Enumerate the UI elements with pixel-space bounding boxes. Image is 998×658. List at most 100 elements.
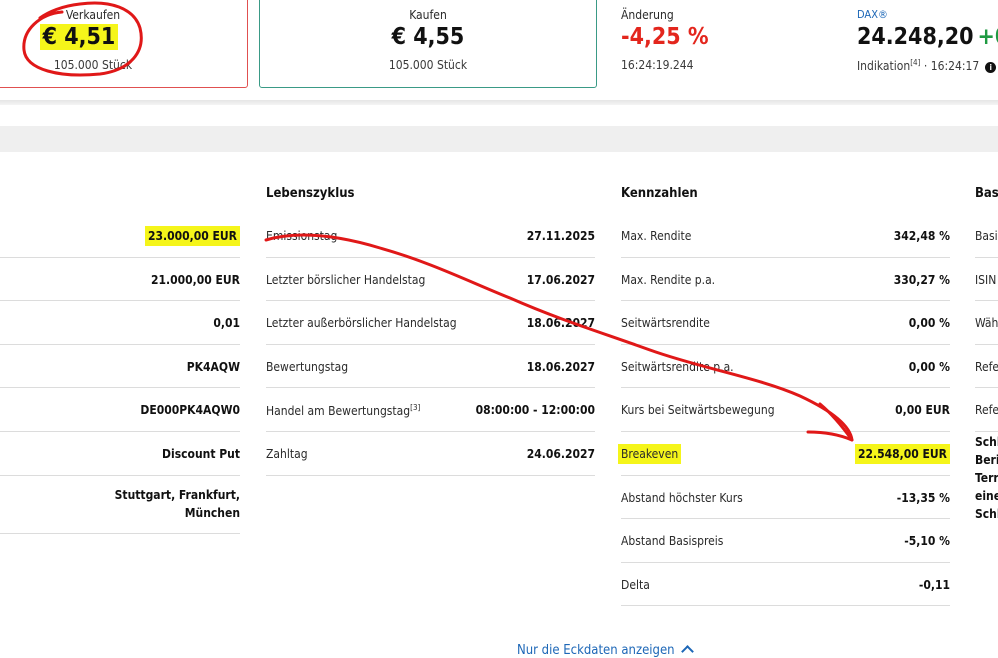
table-row: DE000PK4AQW0	[0, 388, 240, 432]
row-value: 08:00:00 - 12:00:00	[475, 403, 595, 418]
basispreis-value: 23.000,00 EUR	[145, 226, 240, 246]
row-label: Seitwärtsrendite	[621, 316, 710, 331]
row-label: ISIN	[975, 272, 997, 287]
row-label: Abstand höchster Kurs	[621, 490, 743, 505]
row-value: 0,00 %	[908, 316, 950, 331]
row-value: -0,11	[918, 577, 950, 592]
table-row: Handel am Bewertungstag[3] 08:00:00 - 12:…	[266, 388, 595, 432]
row-label: Wäh	[975, 316, 998, 331]
row-label: Emissionstag	[266, 229, 338, 243]
row-label: Bewertungstag	[266, 359, 349, 374]
row-label: Letzter außerbörslicher Handelstag	[266, 316, 457, 331]
table-row: Emissionstag 27.11.2025	[266, 214, 595, 258]
index-footnote[interactable]: [4]	[910, 58, 920, 67]
row-value: 0,00 %	[908, 359, 950, 374]
change-time: 16:24:19.244	[621, 58, 694, 72]
sell-quantity: 105.000 Stück	[53, 58, 133, 72]
eckdaten-heading	[0, 170, 240, 214]
table-row: Abstand höchster Kurs -13,35 %	[621, 476, 950, 520]
row-value: 17.06.2027	[526, 272, 595, 287]
sell-price-value: € 4,51	[39, 24, 119, 50]
change-label: Änderung	[621, 8, 674, 22]
row-value: 0,01	[213, 316, 240, 331]
exchanges-line-1: Stuttgart, Frankfurt,	[114, 487, 240, 502]
lebenszyklus-column: Lebenszyklus Emissionstag 27.11.2025 Letz…	[266, 170, 595, 476]
row-label: Seitwärtsrendite p.a.	[621, 359, 734, 374]
row-label: Zahltag	[266, 446, 308, 461]
table-row: PK4AQW	[0, 345, 240, 389]
table-row: s0,01	[0, 301, 240, 345]
sell-price: € 4,51	[0, 24, 247, 50]
row-label: Max. Rendite	[621, 229, 692, 243]
sell-label: Verkaufen	[65, 8, 121, 22]
buy-quote-box[interactable]: Kaufen € 4,55 105.000 Stück	[259, 0, 597, 88]
row-value: 21.000,00 EUR	[151, 272, 240, 287]
table-row: Wäh	[975, 301, 998, 345]
text-line: Beri	[975, 453, 998, 467]
row-value: -5,10 %	[904, 534, 950, 549]
index-meta-time: · 16:24:17	[920, 59, 980, 73]
index-change: +0,	[977, 24, 998, 50]
row-value: 342,48 %	[893, 229, 950, 243]
eckdaten-column: 23.000,00 EUR 21.000,00 EUR s0,01 PK4AQW…	[0, 170, 240, 534]
row-label: Delta	[621, 577, 650, 592]
table-row: Bewertungstag 18.06.2027	[266, 345, 595, 389]
kennzahlen-heading: Kennzahlen	[621, 186, 698, 201]
index-meta-prefix: Indikation	[857, 59, 911, 73]
row-label: Letzter börslicher Handelstag	[266, 272, 426, 287]
row-label: Handel am Bewertungstag[3]	[266, 403, 420, 418]
index-value-number: 24.248,20	[857, 24, 974, 50]
table-row: ISIN	[975, 258, 998, 302]
index-meta: Indikation[4] · 16:24:17 i	[857, 58, 997, 73]
table-row: Basi	[975, 214, 998, 258]
row-value: -13,35 %	[896, 490, 950, 505]
footnote-link[interactable]: [3]	[410, 403, 420, 412]
lebenszyklus-heading: Lebenszyklus	[266, 186, 355, 201]
change-value: -4,25 %	[621, 24, 709, 50]
table-row: Seitwärtsrendite 0,00 %	[621, 301, 950, 345]
row-label: Basi	[975, 229, 998, 243]
table-row: Letzter börslicher Handelstag 17.06.2027	[266, 258, 595, 302]
row-label-text: Handel am Bewertungstag	[266, 404, 411, 419]
text-line: eine	[975, 489, 998, 503]
table-row: Stuttgart, Frankfurt, München	[0, 476, 240, 534]
header-shadow-divider	[0, 100, 998, 105]
table-row: Refe	[975, 345, 998, 389]
info-icon[interactable]: i	[985, 62, 997, 73]
table-row: Breakeven 22.548,00 EUR	[618, 432, 950, 476]
index-value: 24.248,20+0,	[857, 24, 998, 50]
sell-quote-box[interactable]: Verkaufen € 4,51 105.000 Stück	[0, 0, 248, 88]
isin-value: DE000PK4AQW0	[140, 403, 240, 418]
text-line: Schl	[975, 435, 998, 449]
breakeven-label: Breakeven	[618, 443, 682, 464]
table-row: Max. Rendite p.a. 330,27 %	[621, 258, 950, 302]
row-value: 330,27 %	[893, 272, 950, 287]
table-row: Discount Put	[0, 432, 240, 476]
index-label[interactable]: DAX®	[857, 8, 888, 21]
table-row: Seitwärtsrendite p.a. 0,00 %	[621, 345, 950, 389]
row-label: Refe	[975, 359, 998, 374]
buy-label: Kaufen	[409, 8, 447, 22]
table-row: Letzter außerbörslicher Handelstag 18.06.…	[266, 301, 595, 345]
kennzahlen-column: Kennzahlen Max. Rendite 342,48 % Max. Ren…	[618, 170, 950, 607]
table-row: 21.000,00 EUR	[0, 258, 240, 302]
wkn-value: PK4AQW	[186, 359, 240, 374]
row-value: 27.11.2025	[526, 229, 595, 243]
buy-price: € 4,55	[391, 24, 465, 50]
text-line: Schl	[975, 507, 998, 521]
table-row: Refe	[975, 388, 998, 432]
buy-quantity: 105.000 Stück	[388, 58, 468, 72]
row-value: 18.06.2027	[526, 359, 595, 374]
table-row: 23.000,00 EUR	[0, 214, 240, 258]
table-row: Zahltag 24.06.2027	[266, 432, 595, 476]
text-line: Terr	[975, 471, 998, 485]
basiswert-text: Schl Beri Terr eine Schl	[975, 433, 998, 523]
row-label: Kurs bei Seitwärtsbewegung	[621, 403, 775, 418]
row-label: Refe	[975, 403, 998, 418]
exchanges-value: Stuttgart, Frankfurt, München	[115, 486, 240, 522]
section-band	[0, 126, 998, 152]
breakeven-value: 22.548,00 EUR	[855, 443, 950, 464]
table-row: Delta -0,11	[621, 563, 950, 607]
row-value: 0,00 EUR	[895, 403, 950, 418]
row-value: 18.06.2027	[526, 316, 595, 331]
